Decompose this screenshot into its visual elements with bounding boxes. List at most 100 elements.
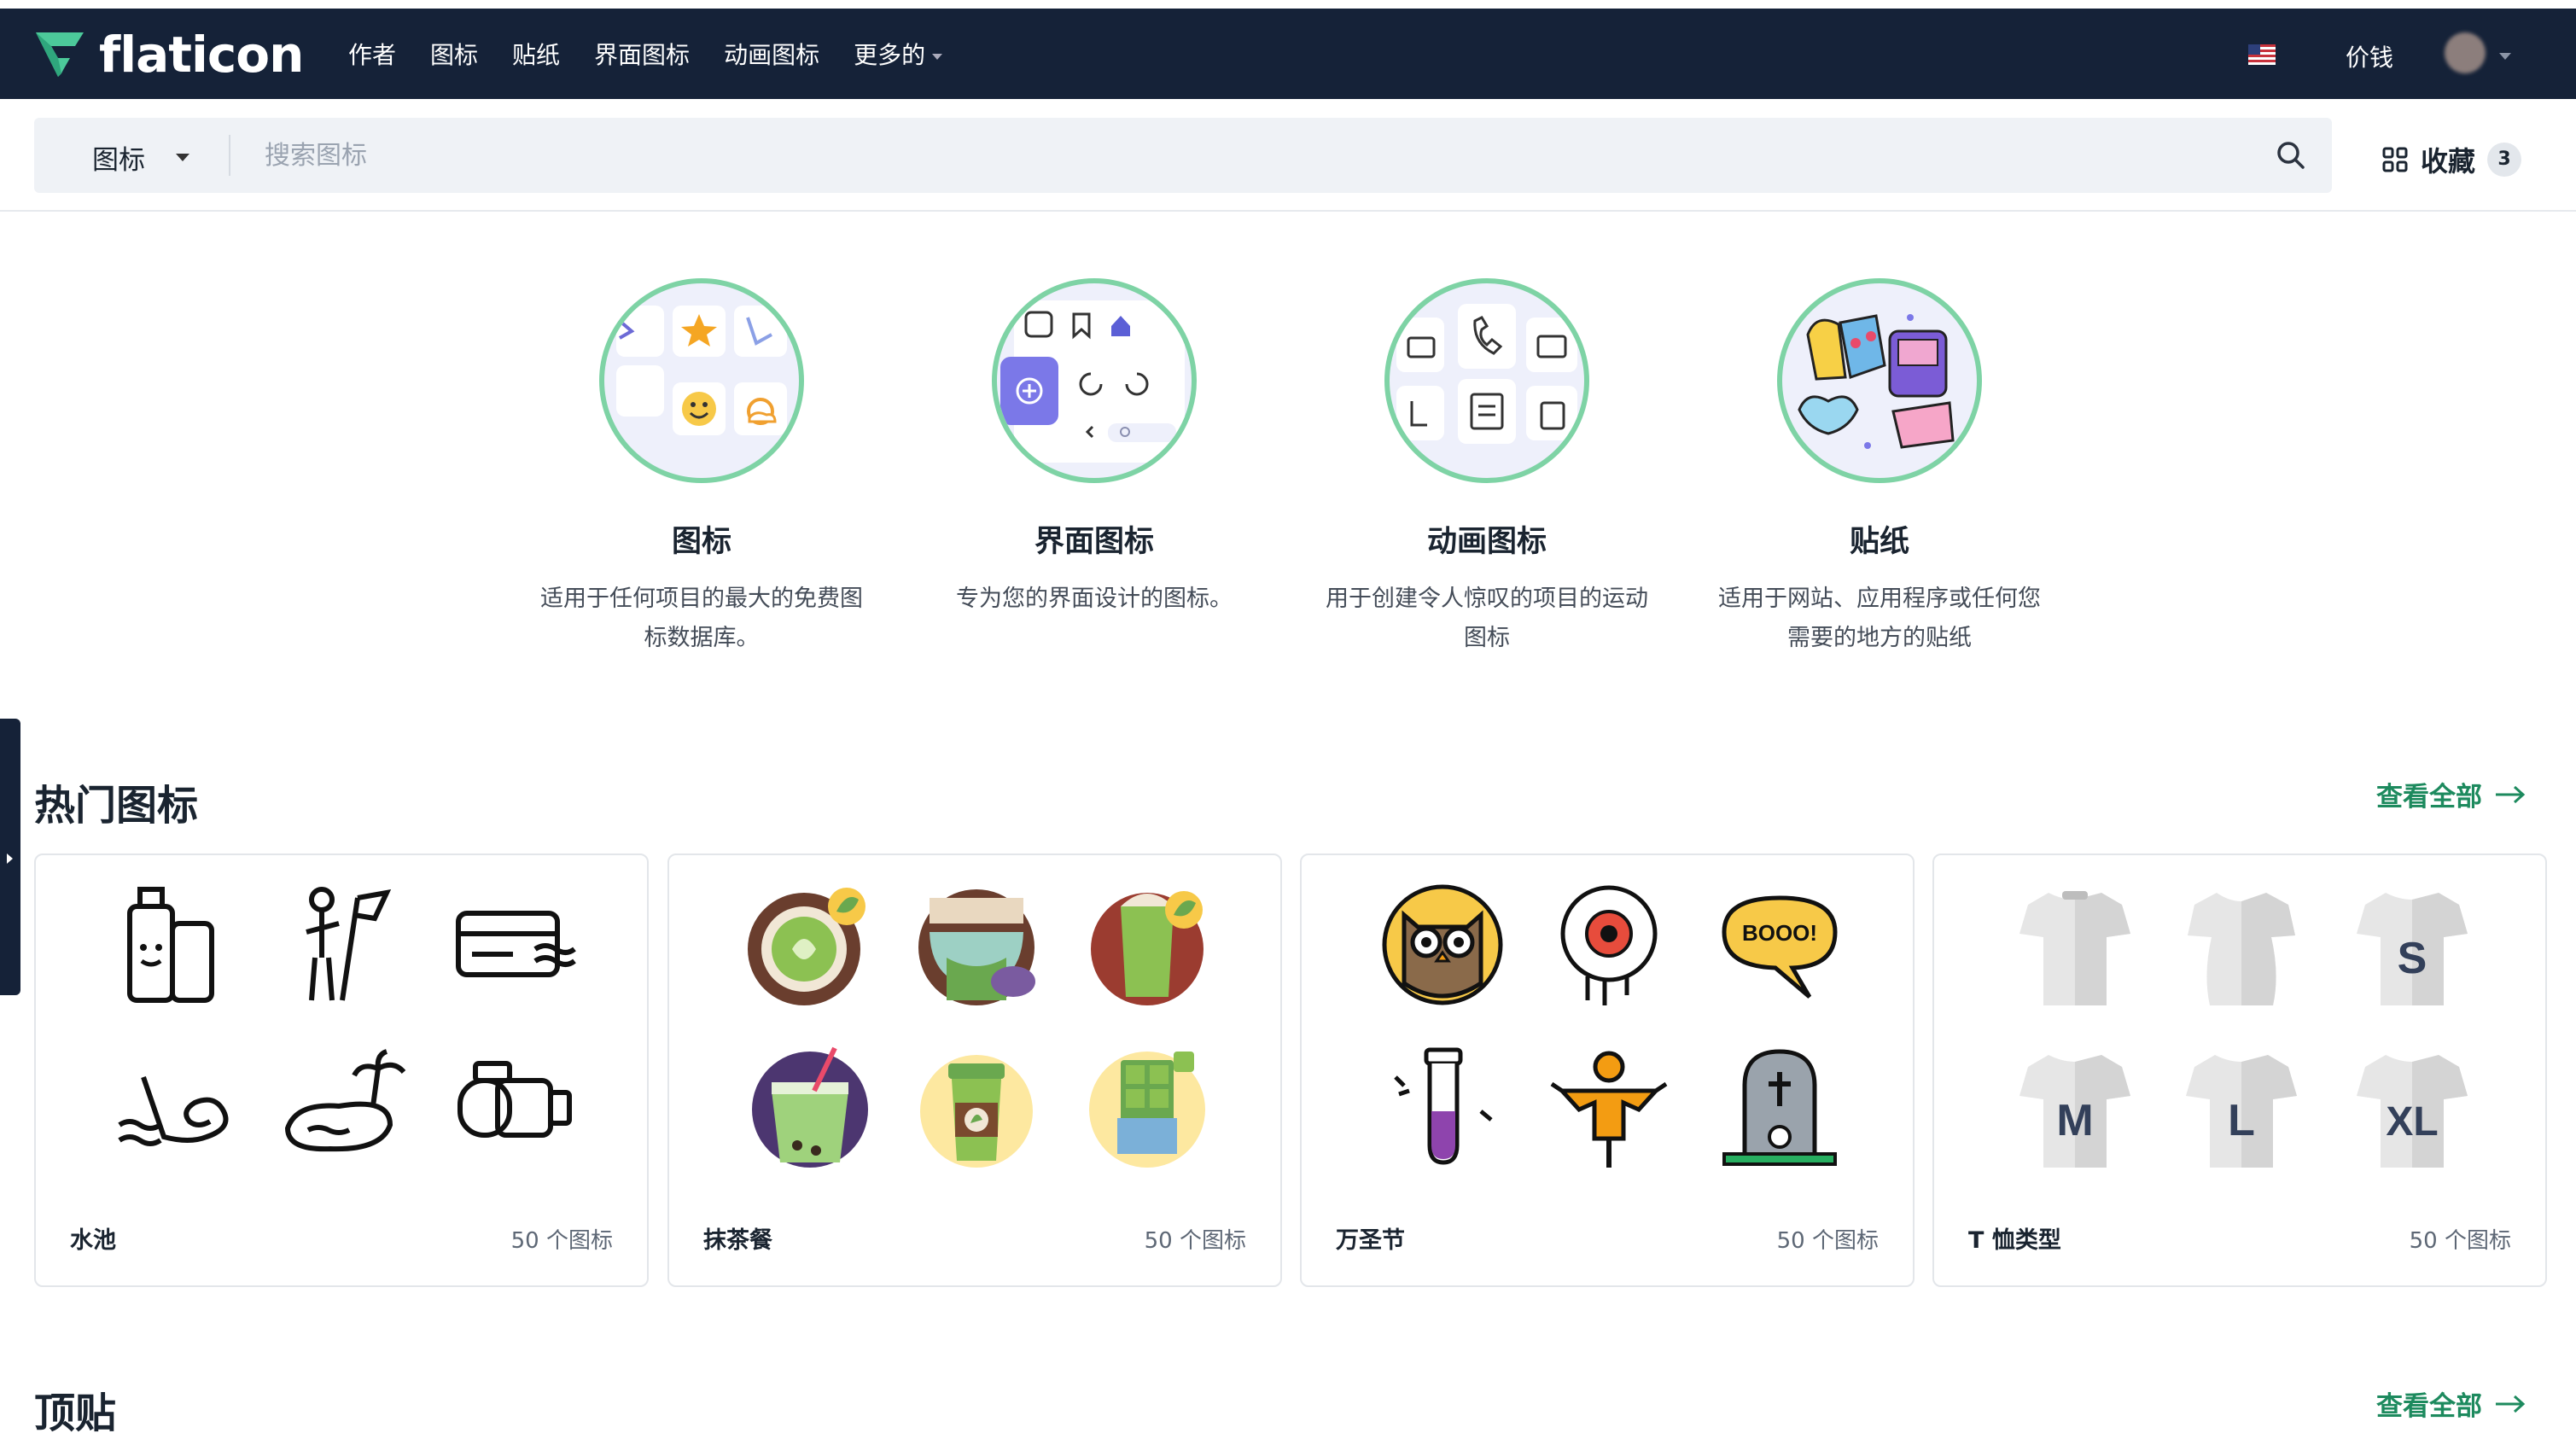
size-xl-tshirt-icon: XL	[2357, 1055, 2468, 1168]
category-icons-thumbnail	[599, 278, 804, 483]
search-icon[interactable]	[2270, 135, 2313, 178]
pack-name: 水池	[70, 1227, 116, 1254]
matcha-bubble-tea-icon	[752, 1046, 868, 1168]
pool-card-icon	[456, 911, 576, 977]
matcha-latte-icon	[748, 888, 865, 1005]
size-s-tshirt-icon: S	[2357, 893, 2468, 1005]
size-label: M	[2056, 1096, 2093, 1145]
nav-item-interface-icons[interactable]: 界面图标	[594, 37, 690, 71]
owl-icon	[1382, 884, 1503, 1005]
interface-preview-illustration	[1000, 300, 1185, 463]
category-title: 贴纸	[1849, 525, 1909, 559]
us-flag-icon[interactable]	[2248, 44, 2276, 65]
flaticon-logo-icon	[36, 32, 84, 77]
chevron-down-icon	[932, 53, 943, 60]
view-all-label: 查看全部	[2376, 782, 2482, 813]
chevron-right-icon	[7, 853, 13, 864]
category-description: 用于创建令人惊叹的项目的运动图标	[1326, 586, 1648, 651]
size-label: L	[2228, 1096, 2255, 1145]
arrow-right-icon	[2496, 1395, 2526, 1413]
pack-count: 50 个图标	[510, 1228, 613, 1254]
eyeball-icon	[1560, 885, 1658, 1005]
chevron-down-icon[interactable]	[2499, 53, 2511, 60]
size-l-tshirt-icon: L	[2186, 1055, 2297, 1168]
pack-name: 万圣节	[1336, 1227, 1405, 1254]
size-m-tshirt-icon: M	[2019, 1055, 2130, 1168]
icon-pack-preview: S M L XL	[1968, 881, 2515, 1205]
caret-down-icon[interactable]	[176, 154, 189, 161]
pack-count: 50 个图标	[1144, 1228, 1246, 1254]
pack-count: 50 个图标	[1776, 1228, 1879, 1254]
pool-cleaner-icon	[306, 887, 392, 1001]
stickers-preview-illustration	[1798, 314, 1955, 449]
search-type-select[interactable]: 图标	[92, 138, 145, 177]
category-title: 图标	[671, 525, 731, 559]
pricing-link[interactable]: 价钱	[2346, 39, 2393, 73]
nav-item-stickers[interactable]: 贴纸	[512, 37, 560, 71]
matcha-frappe-icon	[1091, 891, 1203, 1005]
category-interface-icons-thumbnail	[992, 278, 1197, 483]
popular-icons-title: 热门图标	[34, 782, 199, 830]
icon-pack-card[interactable]: 水池 50 个图标	[34, 853, 649, 1287]
pack-name: T 恤类型	[1968, 1227, 2061, 1254]
top-stickers-view-all-link[interactable]: 查看全部	[2376, 1384, 2526, 1423]
brand-name: flaticon	[99, 26, 304, 84]
icon-pack-card[interactable]: BOOO! 万圣节 50 个图标	[1300, 853, 1915, 1287]
matcha-chocolate-icon	[1089, 1052, 1205, 1168]
potion-tube-icon	[1394, 1047, 1493, 1165]
category-description: 专为您的界面设计的图标。	[956, 586, 1233, 612]
island-pool-icon	[284, 1049, 406, 1152]
size-label: XL	[2386, 1099, 2438, 1145]
tombstone-icon	[1722, 1049, 1837, 1166]
matcha-takeaway-icon	[920, 1055, 1033, 1168]
header-divider	[0, 210, 2576, 212]
water-slide-icon	[118, 1076, 229, 1146]
pack-name: 抹茶餐	[703, 1227, 772, 1254]
arrow-right-icon	[2496, 785, 2526, 803]
booo-text: BOOO!	[1742, 920, 1817, 946]
pack-count: 50 个图标	[2409, 1228, 2511, 1254]
womens-tshirt-icon	[2188, 893, 2295, 1005]
view-all-label: 查看全部	[2376, 1391, 2482, 1422]
scarecrow-icon	[1550, 1051, 1668, 1168]
category-description: 适用于网站、应用程序或任何您需要的地方的贴纸	[1718, 586, 2041, 651]
matcha-cup-icon	[918, 889, 1035, 1005]
nav-item-authors[interactable]: 作者	[348, 37, 396, 71]
search-bar: 图标	[34, 118, 2332, 193]
animated-preview-illustration	[1396, 304, 1577, 444]
icon-pack-preview	[70, 881, 616, 1205]
category-title: 界面图标	[1034, 525, 1154, 559]
category-title: 动画图标	[1426, 525, 1547, 559]
collections-count-badge: 3	[2487, 143, 2522, 177]
category-interface-icons[interactable]: 界面图标 专为您的界面设计的图标。	[915, 278, 1273, 619]
grid-icon	[2382, 147, 2408, 172]
icon-pack-card[interactable]: S M L XL T 恤类型 50 个图标	[1932, 853, 2547, 1287]
main-nav: 作者 图标 贴纸 界面图标 动画图标 更多的	[348, 9, 943, 99]
nav-item-icons[interactable]: 图标	[430, 37, 478, 71]
bottles-icon	[127, 887, 214, 1003]
size-label: S	[2398, 934, 2427, 983]
pool-filter-icon	[458, 1061, 572, 1138]
category-animated-icons[interactable]: 动画图标 用于创建令人惊叹的项目的运动图标	[1308, 278, 1666, 658]
category-description: 适用于任何项目的最大的免费图标数据库。	[540, 586, 863, 651]
category-stickers-thumbnail	[1777, 278, 1982, 483]
side-panel-toggle[interactable]	[0, 719, 20, 995]
icon-pack-preview	[703, 881, 1250, 1205]
flaticon-logo[interactable]: flaticon	[32, 26, 304, 84]
speech-bubble-icon: BOOO!	[1722, 895, 1838, 999]
nav-item-more[interactable]: 更多的	[854, 37, 943, 71]
icon-pack-preview: BOOO!	[1336, 881, 1882, 1205]
icons-preview-illustration	[616, 306, 787, 435]
tshirt-icon	[2019, 891, 2130, 1005]
search-divider	[229, 135, 230, 176]
category-icons[interactable]: 图标 适用于任何项目的最大的免费图标数据库。	[522, 278, 881, 658]
popular-view-all-link[interactable]: 查看全部	[2376, 775, 2526, 813]
category-stickers[interactable]: 贴纸 适用于网站、应用程序或任何您需要的地方的贴纸	[1700, 278, 2059, 658]
search-input[interactable]	[265, 130, 2228, 181]
collections-button[interactable]: 收藏 3	[2381, 140, 2522, 179]
category-animated-icons-thumbnail	[1384, 278, 1589, 483]
icon-pack-card[interactable]: 抹茶餐 50 个图标	[667, 853, 1282, 1287]
nav-item-animated-icons[interactable]: 动画图标	[724, 37, 819, 71]
nav-more-label: 更多的	[854, 41, 926, 69]
user-avatar[interactable]	[2445, 32, 2486, 73]
